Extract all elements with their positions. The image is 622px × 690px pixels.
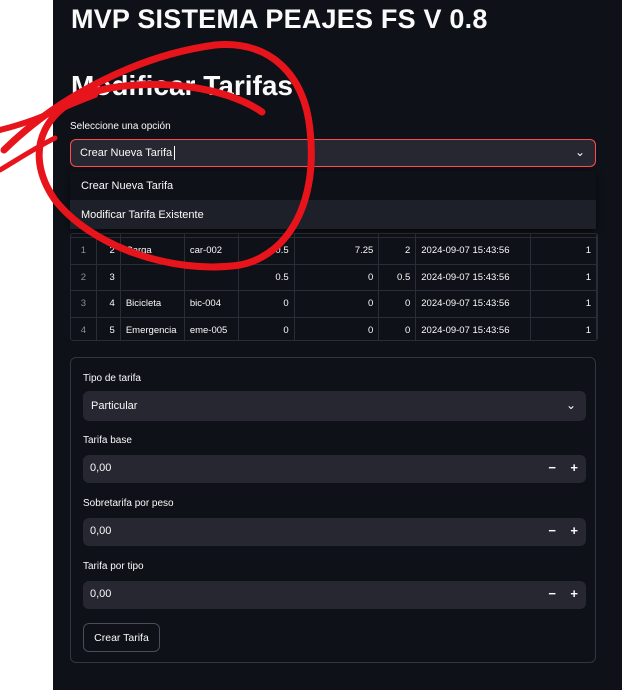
- chevron-down-icon: ⌄: [565, 398, 576, 412]
- table-cell: 2024-09-07 15:43:56: [415, 290, 532, 318]
- tarifa-form: Tipo de tarifa Particular ⌄ Tarifa base …: [70, 357, 596, 663]
- table-cell: car-002: [184, 237, 239, 265]
- row-index: 2: [71, 264, 97, 291]
- app-main: MVP SISTEMA PEAJES FS V 0.8 Modificar Ta…: [53, 0, 622, 690]
- decrement-button[interactable]: −: [548, 460, 556, 475]
- app-title: MVP SISTEMA PEAJES FS V 0.8: [71, 4, 488, 34]
- table-row: 2 3 0.5 0 0.5 2024-09-07 15:43:56 1: [71, 264, 597, 291]
- option-select[interactable]: Crear Nueva Tarifa ⌄: [70, 139, 596, 167]
- tipo-tarifa-select[interactable]: Particular ⌄: [83, 391, 586, 421]
- decrement-button[interactable]: −: [548, 523, 556, 538]
- table-cell: 0.5: [238, 237, 295, 265]
- table-cell: 1: [530, 317, 597, 340]
- table-cell: 0.5: [378, 264, 417, 291]
- sobretarifa-peso-label: Sobretarifa por peso: [83, 498, 174, 509]
- option-crear-nueva-tarifa[interactable]: Crear Nueva Tarifa: [70, 171, 596, 200]
- text-cursor: [174, 146, 176, 160]
- table-cell: Carga: [120, 237, 185, 265]
- table-cell: Bicicleta: [120, 290, 185, 318]
- table-cell: 0: [294, 264, 380, 291]
- table-cell: 0: [238, 317, 295, 340]
- row-index: 4: [71, 317, 97, 340]
- tarifa-tipo-input[interactable]: 0,00 − +: [83, 581, 586, 609]
- decrement-button[interactable]: −: [548, 586, 556, 601]
- table-cell: 3: [96, 264, 121, 291]
- chevron-down-icon: ⌄: [574, 145, 585, 159]
- table-cell: 0: [294, 290, 380, 318]
- table-cell: [120, 264, 185, 291]
- table-cell: eme-005: [184, 317, 239, 340]
- table-cell: 1: [530, 264, 597, 291]
- tarifa-tipo-value: 0,00: [90, 588, 112, 600]
- table-row: 4 5 Emergencia eme-005 0 0 0 2024-09-07 …: [71, 317, 597, 340]
- increment-button[interactable]: +: [570, 460, 578, 475]
- option-select-label: Seleccione una opción: [70, 121, 171, 132]
- table-cell: 7.25: [294, 237, 380, 265]
- row-index: 1: [71, 237, 97, 265]
- table-cell: 0: [238, 290, 295, 318]
- row-index: 3: [71, 290, 97, 318]
- table-cell: 2: [378, 237, 417, 265]
- tarifa-base-value: 0,00: [90, 462, 112, 474]
- table-cell: 2024-09-07 15:43:56: [415, 264, 532, 291]
- tipo-tarifa-label: Tipo de tarifa: [83, 373, 141, 384]
- option-select-value: Crear Nueva Tarifa: [80, 147, 173, 159]
- increment-button[interactable]: +: [570, 586, 578, 601]
- table-cell: 2: [96, 237, 121, 265]
- table-cell: [184, 264, 239, 291]
- table-cell: Emergencia: [120, 317, 185, 340]
- page-subtitle: Modificar Tarifas: [71, 70, 293, 101]
- table-cell: 5: [96, 317, 121, 340]
- crear-tarifa-button[interactable]: Crear Tarifa: [83, 623, 160, 652]
- tarifas-table[interactable]: 1 2 Carga car-002 0.5 7.25 2 2024-09-07 …: [70, 233, 598, 341]
- tarifa-tipo-label: Tarifa por tipo: [83, 561, 144, 572]
- sobretarifa-peso-value: 0,00: [90, 525, 112, 537]
- table-cell: 2024-09-07 15:43:56: [415, 237, 532, 265]
- table-row: 1 2 Carga car-002 0.5 7.25 2 2024-09-07 …: [71, 237, 597, 265]
- table-cell: 0: [378, 317, 417, 340]
- table-cell: 1: [530, 290, 597, 318]
- increment-button[interactable]: +: [570, 523, 578, 538]
- table-cell: 4: [96, 290, 121, 318]
- table-cell: bic-004: [184, 290, 239, 318]
- table-row: 3 4 Bicicleta bic-004 0 0 0 2024-09-07 1…: [71, 290, 597, 318]
- table-cell: 1: [530, 237, 597, 265]
- sobretarifa-peso-input[interactable]: 0,00 − +: [83, 518, 586, 546]
- option-dropdown: Crear Nueva Tarifa Modificar Tarifa Exis…: [70, 171, 596, 229]
- table-cell: 0.5: [238, 264, 295, 291]
- option-modificar-tarifa-existente[interactable]: Modificar Tarifa Existente: [70, 200, 596, 229]
- table-cell: 0: [294, 317, 380, 340]
- tarifa-base-input[interactable]: 0,00 − +: [83, 455, 586, 483]
- table-cell: 0: [378, 290, 417, 318]
- tipo-tarifa-value: Particular: [91, 400, 138, 412]
- table-cell: 2024-09-07 15:43:56: [415, 317, 532, 340]
- tarifa-base-label: Tarifa base: [83, 435, 132, 446]
